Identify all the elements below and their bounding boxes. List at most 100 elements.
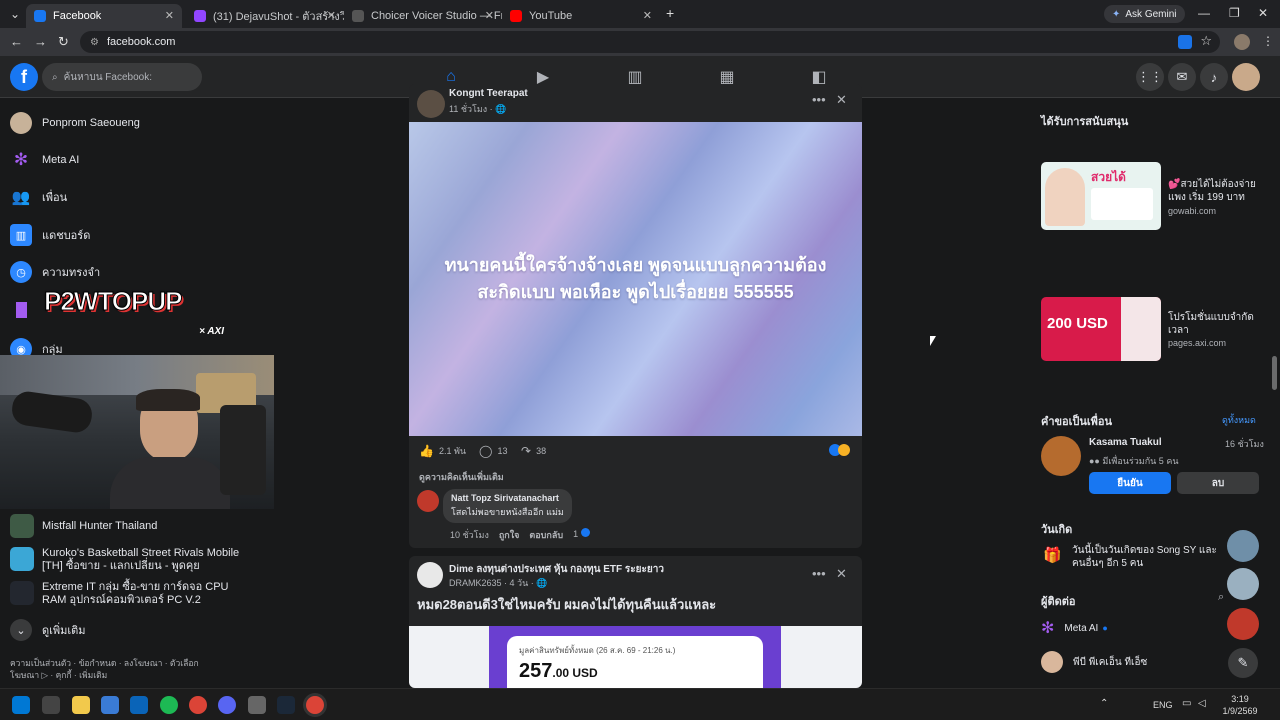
tab-dejavushot[interactable]: (31) DejavuShot - ตัวสร้างวิดีโอ - ✕ xyxy=(186,4,344,28)
discord-icon[interactable] xyxy=(218,696,236,714)
sidebar-item-friends[interactable]: 👥 เพื่อน xyxy=(10,186,67,208)
friend-request-name[interactable]: Kasama Tuakul xyxy=(1089,437,1162,448)
contact-item[interactable]: พีบี พีเคเอ็น ทีเอ็ซ xyxy=(1041,651,1147,673)
windows-start-icon[interactable] xyxy=(12,696,30,714)
page-scrollbar[interactable] xyxy=(1272,356,1277,390)
commenter-avatar[interactable] xyxy=(417,490,439,512)
task-view-icon[interactable] xyxy=(42,696,60,714)
back-icon[interactable]: ← xyxy=(10,34,23,49)
chat-head-avatar[interactable] xyxy=(1227,568,1259,600)
clock[interactable]: 3:19 1/9/2569 xyxy=(1220,693,1260,717)
sidebar-item-dashboard[interactable]: ▥ แดชบอร์ด xyxy=(10,224,90,246)
file-explorer-icon[interactable] xyxy=(72,696,90,714)
ad-image[interactable]: สวยได้ xyxy=(1041,162,1161,230)
post-card: Dime ลงทุนต่างประเทศ หุ้น กองทุน ETF ระย… xyxy=(409,556,862,688)
comment-reply-button[interactable]: ตอบกลับ xyxy=(529,528,563,542)
bookmark-star-icon[interactable]: ☆ xyxy=(1200,33,1212,49)
friend-request-avatar[interactable] xyxy=(1041,436,1081,476)
chrome-active-icon[interactable] xyxy=(306,696,324,714)
sidebar-item-memories[interactable]: ◷ ความทรงจำ xyxy=(10,261,100,283)
account-avatar[interactable] xyxy=(1232,63,1260,91)
more-options-icon[interactable]: ••• xyxy=(812,92,826,107)
volume-icon[interactable]: ◁ xyxy=(1198,698,1206,709)
post-author[interactable]: Kongnt Teerapat xyxy=(449,88,528,99)
like-button[interactable]: 👍 2.1 พัน xyxy=(419,444,466,458)
restore-icon[interactable]: ❐ xyxy=(1229,6,1240,20)
close-icon[interactable]: ✕ xyxy=(327,9,336,22)
sidebar-item-profile[interactable]: Ponprom Saeoueng xyxy=(10,112,140,134)
tab-search-icon[interactable]: ⌄ xyxy=(10,7,20,21)
tab-choicer[interactable]: Choicer Voicer Studio — Free C ✕ xyxy=(344,4,502,28)
language-indicator[interactable]: ENG xyxy=(1153,700,1173,710)
ad-title[interactable]: 💕สวยได้ไม่ต้องจ่ายแพง เริ่ม 199 บาท xyxy=(1168,178,1260,204)
profile-avatar-icon[interactable] xyxy=(1234,34,1250,50)
group-item[interactable]: Kuroko's Basketball Street Rivals Mobile… xyxy=(10,547,260,573)
footer-links[interactable]: ความเป็นส่วนตัว · ข้อกำหนด · ลงโฆษณา · ต… xyxy=(10,657,215,681)
sidebar-item-meta-ai[interactable]: ✻ Meta AI xyxy=(10,149,79,171)
translate-icon[interactable] xyxy=(1178,35,1192,49)
app-icon[interactable] xyxy=(248,696,266,714)
address-bar[interactable]: ⚙ facebook.com ☆ xyxy=(80,31,1220,53)
see-more-button[interactable]: ⌄ ดูเพิ่มเติม xyxy=(10,619,86,641)
site-info-icon[interactable]: ⚙ xyxy=(90,37,99,48)
post-author-avatar[interactable] xyxy=(417,90,445,118)
close-icon[interactable]: ✕ xyxy=(836,566,847,582)
menu-grid-icon[interactable]: ⋮⋮ xyxy=(1136,63,1164,91)
comment-author[interactable]: Natt Topz Sirivatanachart xyxy=(451,493,564,503)
group-item[interactable]: Extreme IT กลุ่ม ซื้อ-ขาย การ์ดจอ CPU RA… xyxy=(10,581,260,607)
post-image[interactable]: ทนายคนนี้ใครจ้างจ้างเลย พูดจนแบบลูกความต… xyxy=(409,122,862,436)
chat-head-avatar[interactable] xyxy=(1227,608,1259,640)
see-all-link[interactable]: ดูทั้งหมด xyxy=(1222,413,1256,427)
search-contacts-icon[interactable]: ⌕ xyxy=(1218,591,1224,604)
close-icon[interactable]: ✕ xyxy=(165,9,174,22)
comment-like-button[interactable]: ถูกใจ xyxy=(499,528,520,542)
search-input[interactable]: ⌕ ค้นหาบน Facebook: xyxy=(42,63,202,91)
tray-chevron-icon[interactable]: ⌃ xyxy=(1100,698,1108,709)
store-icon[interactable] xyxy=(101,696,119,714)
contact-item[interactable]: ✻ Meta AI ● xyxy=(1041,618,1108,638)
post-author-avatar[interactable] xyxy=(417,562,443,588)
messenger-icon[interactable]: ✉ xyxy=(1168,63,1196,91)
close-icon[interactable]: ✕ xyxy=(485,9,494,22)
new-message-icon[interactable]: ✎ xyxy=(1228,648,1258,678)
dashboard-icon: ▥ xyxy=(10,224,32,246)
facebook-logo-icon[interactable]: f xyxy=(10,63,38,91)
new-tab-icon[interactable]: + xyxy=(666,5,674,21)
post-time-text: 11 ชั่วโมง · xyxy=(449,104,493,114)
post-image[interactable]: มูลค่าสินทรัพย์ทั้งหมด (26 ส.ค. 69 - 21:… xyxy=(409,626,862,688)
ad-image[interactable]: 200 USD xyxy=(1041,297,1161,361)
ad-price-box xyxy=(1091,188,1153,220)
forward-icon[interactable]: → xyxy=(34,34,47,49)
outlook-icon[interactable] xyxy=(130,696,148,714)
spotify-icon[interactable] xyxy=(160,696,178,714)
close-icon[interactable]: ✕ xyxy=(836,92,847,108)
chrome-icon[interactable] xyxy=(189,696,207,714)
menu-icon[interactable]: ⋮ xyxy=(1262,34,1274,48)
steam-icon[interactable] xyxy=(277,696,295,714)
confirm-button[interactable]: ยืนยัน xyxy=(1089,472,1171,494)
delete-button[interactable]: ลบ xyxy=(1177,472,1259,494)
comment-button[interactable]: ◯ 13 xyxy=(479,444,507,458)
chat-head-avatar[interactable] xyxy=(1227,530,1259,562)
close-icon[interactable]: ✕ xyxy=(643,9,652,22)
group-item[interactable]: Mistfall Hunter Thailand xyxy=(10,514,260,538)
more-options-icon[interactable]: ••• xyxy=(812,566,826,581)
ad-title[interactable]: โปรโมชั่นแบบจำกัดเวลา xyxy=(1168,311,1260,337)
saved-icon[interactable] xyxy=(16,302,27,318)
post-author[interactable]: Dime ลงทุนต่างประเทศ หุ้น กองทุน ETF ระย… xyxy=(449,562,664,577)
reactions-summary[interactable] xyxy=(829,444,850,456)
ask-gemini-button[interactable]: ✦ Ask Gemini xyxy=(1104,5,1185,23)
view-more-comments[interactable]: ดูความคิดเห็นเพิ่มเติม xyxy=(419,470,504,484)
comment-reaction-count: 1 xyxy=(573,528,590,542)
network-icon[interactable]: ▭ xyxy=(1182,698,1191,709)
reload-icon[interactable]: ↻ xyxy=(58,34,69,50)
notifications-icon[interactable]: ♪ xyxy=(1200,63,1228,91)
sidebar-item-label: แดชบอร์ด xyxy=(42,230,91,242)
close-window-icon[interactable]: ✕ xyxy=(1258,6,1268,20)
share-button[interactable]: ↷ 38 xyxy=(521,444,546,458)
tab-youtube[interactable]: YouTube ✕ xyxy=(502,4,660,28)
birthday-text[interactable]: วันนี้เป็นวันเกิดของ Song SY และคนอื่นๆ … xyxy=(1072,544,1222,570)
minimize-icon[interactable]: — xyxy=(1198,6,1210,20)
post-time-text: DRAMK2635 · 4 วัน · xyxy=(449,578,534,588)
tab-facebook[interactable]: Facebook ✕ xyxy=(26,4,182,28)
